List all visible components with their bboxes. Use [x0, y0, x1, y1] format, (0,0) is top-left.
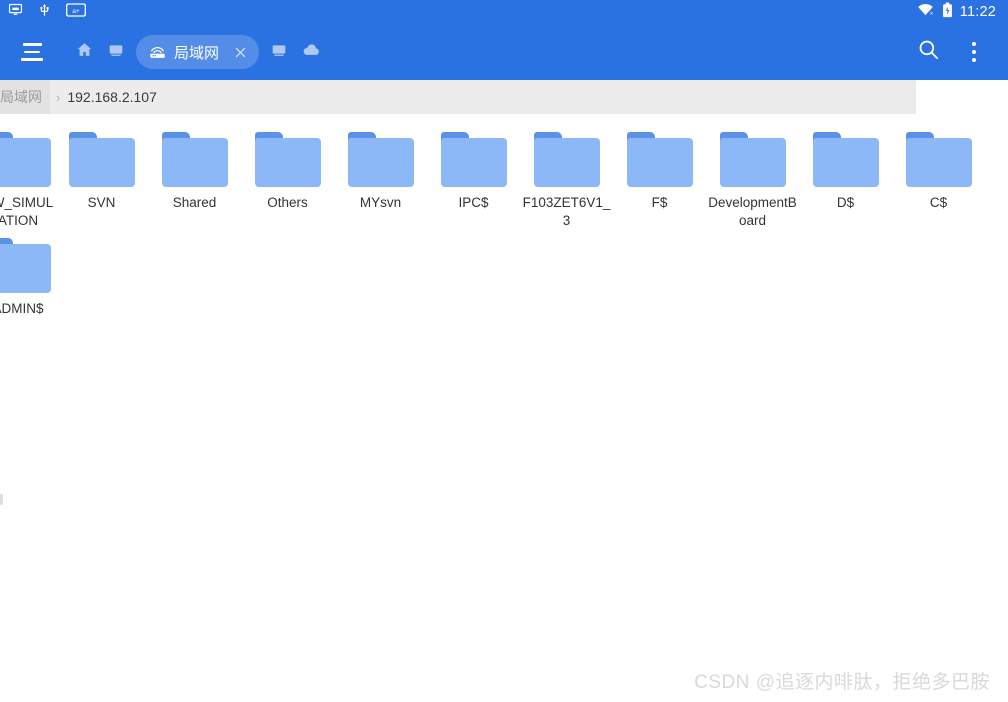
breadcrumb-item-current[interactable]: 192.168.2.107 — [67, 89, 157, 105]
folder-icon — [347, 132, 415, 187]
folder-icon-body — [812, 138, 879, 187]
folder-icon — [719, 132, 787, 187]
home-icon — [76, 41, 93, 63]
folder-label: DevelopmentBoard — [708, 195, 797, 228]
folder-label: IPC$ — [458, 195, 489, 210]
router-icon — [148, 44, 167, 60]
folder-item[interactable]: SVN — [55, 124, 148, 212]
file-grid: SW_SIMULATION SVN Shared Others — [0, 114, 1008, 505]
folder-icon-body — [626, 138, 693, 187]
folder-item[interactable]: D$ — [799, 124, 892, 212]
folder-icon — [440, 132, 508, 187]
hamburger-line-3 — [21, 58, 43, 61]
folder-item[interactable]: IPC$ — [427, 124, 520, 212]
kebab-dot-1 — [972, 42, 976, 46]
folder-icon — [68, 132, 136, 187]
folder-icon-body — [161, 138, 228, 187]
tab-lan[interactable]: 局域网 — [136, 35, 260, 69]
folder-label: Shared — [172, 195, 217, 210]
folder-icon — [254, 132, 322, 187]
status-bar-left-icons: a+ — [8, 2, 86, 22]
scroll-indicator — [0, 494, 3, 505]
cloud-icon — [302, 43, 320, 62]
folder-label: MYsvn — [359, 195, 402, 210]
folder-label: D$ — [836, 195, 855, 210]
folder-item[interactable]: F$ — [613, 124, 706, 212]
folder-label: SW_SIMULATION — [0, 195, 54, 228]
search-button[interactable] — [908, 32, 948, 72]
folder-icon-body — [719, 138, 786, 187]
folder-icon-body — [254, 138, 321, 187]
folder-icon-body — [440, 138, 507, 187]
folder-icon-body — [68, 138, 135, 187]
folder-icon-body — [533, 138, 600, 187]
device-icon — [271, 42, 287, 63]
breadcrumb-item-root[interactable]: 局域网 — [0, 80, 50, 114]
status-bar-clock: 11:22 — [959, 4, 996, 20]
tab-home[interactable] — [68, 35, 100, 69]
folder-item[interactable]: SW_SIMULATION — [0, 124, 55, 230]
tab-device-2[interactable] — [263, 35, 295, 69]
svg-text:×: × — [930, 12, 934, 18]
hamburger-menu-button[interactable] — [10, 30, 54, 74]
folder-label: ADMIN$ — [0, 301, 44, 316]
folder-label: C$ — [929, 195, 948, 210]
header-actions — [908, 32, 994, 72]
folder-icon — [905, 132, 973, 187]
folder-icon — [812, 132, 880, 187]
battery-icon — [942, 2, 953, 23]
folder-item[interactable]: Others — [241, 124, 334, 212]
folder-label: F103ZET6V1_3 — [522, 195, 611, 228]
file-grid-row: ADMIN$ — [0, 230, 1008, 318]
kebab-dot-3 — [972, 58, 976, 62]
svg-text:a+: a+ — [72, 7, 80, 14]
folder-icon-body — [0, 138, 51, 187]
tab-device-1[interactable] — [100, 35, 132, 69]
folder-icon — [0, 132, 52, 187]
tab-lan-label: 局域网 — [174, 44, 220, 62]
folder-label: F$ — [651, 195, 668, 210]
file-grid-row: SW_SIMULATION SVN Shared Others — [0, 124, 1008, 230]
folder-label: SVN — [87, 195, 116, 210]
folder-icon — [533, 132, 601, 187]
device-icon — [108, 42, 124, 63]
usb-icon — [37, 2, 52, 22]
wifi-disconnected-icon: × — [916, 2, 935, 22]
folder-item[interactable]: C$ — [892, 124, 985, 212]
watermark-text: CSDN @追逐内啡肽，拒绝多巴胺 — [694, 672, 990, 693]
breadcrumb: 局域网 › 192.168.2.107 — [0, 80, 916, 114]
folder-label: Others — [267, 195, 308, 210]
cast-screen-icon — [8, 2, 23, 22]
adb-debug-icon: a+ — [66, 2, 86, 22]
status-bar-right: × 11:22 — [916, 2, 996, 23]
folder-icon — [0, 238, 52, 293]
folder-item[interactable]: F103ZET6V1_3 — [520, 124, 613, 230]
hamburger-line-1 — [22, 43, 42, 46]
folder-item[interactable]: DevelopmentBoard — [706, 124, 799, 230]
folder-item[interactable]: ADMIN$ — [0, 230, 55, 318]
folder-icon-body — [905, 138, 972, 187]
more-options-button[interactable] — [954, 32, 994, 72]
kebab-dot-2 — [972, 50, 976, 54]
app-header: 局域网 — [0, 24, 1008, 80]
tab-cloud[interactable] — [295, 35, 327, 69]
folder-icon — [161, 132, 229, 187]
search-icon — [917, 38, 940, 66]
folder-item[interactable]: Shared — [148, 124, 241, 212]
folder-item[interactable]: MYsvn — [334, 124, 427, 212]
tab-close-icon[interactable] — [227, 39, 253, 65]
more-options-icon — [972, 42, 976, 62]
folder-icon — [626, 132, 694, 187]
folder-icon-body — [0, 244, 51, 293]
folder-icon-body — [347, 138, 414, 187]
breadcrumb-separator-icon: › — [56, 89, 61, 105]
hamburger-line-2 — [24, 50, 40, 54]
tab-strip: 局域网 — [68, 35, 908, 69]
status-bar: a+ × 11:22 — [0, 0, 1008, 24]
